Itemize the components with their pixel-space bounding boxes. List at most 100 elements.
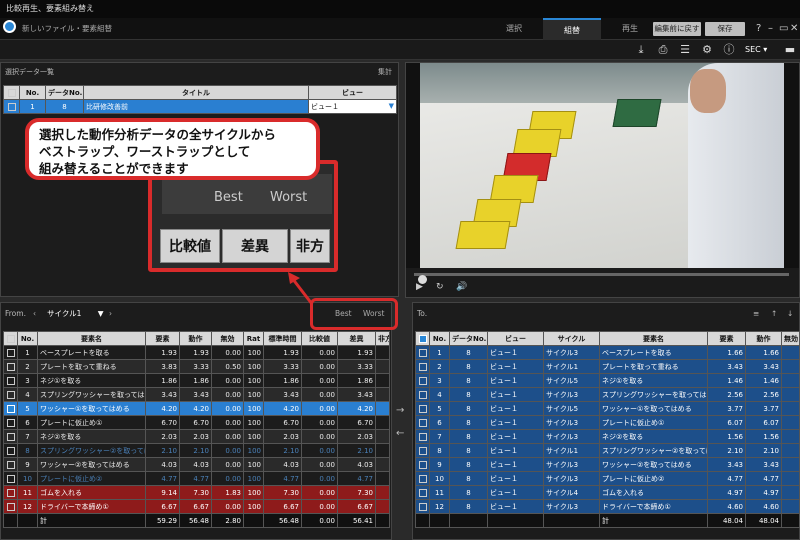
info-icon[interactable]: ⓘ (721, 42, 737, 58)
maximize-icon[interactable]: ▭ (779, 18, 788, 40)
move-up-icon[interactable]: ↑ (771, 309, 777, 318)
col-header[interactable]: 差異 (337, 331, 376, 346)
cycle-select[interactable]: サイクル1 ▼ (47, 308, 104, 319)
col-header[interactable]: 無効 (211, 331, 244, 346)
table-row[interactable]: 7 8 ビュー１ サイクル3 ネジ②を取る 1.56 1.56 (415, 429, 800, 444)
table-row[interactable]: 12 8 ビュー１ サイクル3 ドライバーで本締め① 4.60 4.60 (415, 499, 800, 514)
minimize-icon[interactable]: – (768, 18, 773, 40)
table-row[interactable]: 7 ネジ②を取る 2.03 2.03 0.00 100 2.03 0.00 2.03 (3, 429, 390, 444)
table-row[interactable]: 1 8 ビュー１ サイクル3 ベースプレートを取る 1.66 1.66 (415, 345, 800, 360)
col-header[interactable]: データNo. (449, 331, 488, 346)
col-header[interactable]: 要素 (707, 331, 746, 346)
col-header[interactable]: 動作 (179, 331, 212, 346)
row-checkbox[interactable] (3, 99, 20, 114)
close-icon[interactable]: ✕ (790, 18, 798, 40)
col-header[interactable]: 要素名 (37, 331, 146, 346)
arrow-right-icon[interactable]: → (396, 405, 404, 416)
row-checkbox[interactable] (415, 401, 430, 416)
table-row[interactable]: 3 ネジ①を取る 1.86 1.86 0.00 100 1.86 0.00 1.86 (3, 373, 390, 388)
row-checkbox[interactable] (3, 499, 18, 514)
row-checkbox[interactable] (3, 345, 18, 360)
table-row[interactable]: 2 8 ビュー１ サイクル1 プレートを取って重ねる 3.43 3.43 (415, 359, 800, 374)
col-data-no[interactable]: データNo. (45, 85, 84, 100)
table-row[interactable]: 5 8 ビュー１ サイクル5 ワッシャー①を取ってはめる 3.77 3.77 (415, 401, 800, 416)
download-icon[interactable]: ⤓ (633, 42, 649, 58)
table-row[interactable]: 9 8 ビュー１ サイクル3 ワッシャー②を取ってはめる 3.43 3.43 (415, 457, 800, 472)
row-checkbox[interactable] (415, 443, 430, 458)
row-checkbox[interactable] (3, 359, 18, 374)
folder-icon[interactable]: ▬ (782, 42, 798, 58)
list-icon[interactable]: ☰ (677, 42, 693, 58)
menu-icon[interactable]: ≡ (753, 309, 759, 318)
col-title[interactable]: タイトル (83, 85, 309, 100)
table-row[interactable]: 11 ゴムを入れる 9.14 7.30 1.83 100 7.30 0.00 7.30 (3, 485, 390, 500)
col-header[interactable]: 動作 (745, 331, 782, 346)
undo-button[interactable]: 編集前に戻す (653, 22, 701, 36)
col-header[interactable]: 比較値 (301, 331, 338, 346)
row-checkbox[interactable] (3, 485, 18, 500)
volume-icon[interactable]: 🔊 (456, 282, 467, 292)
row-checkbox[interactable] (3, 429, 18, 444)
row-checkbox[interactable] (3, 387, 18, 402)
row-checkbox[interactable] (415, 471, 430, 486)
col-header[interactable]: 無効 (781, 331, 800, 346)
table-row[interactable]: 6 プレートに仮止め① 6.70 6.70 0.00 100 6.70 0.00 6.70 (3, 415, 390, 430)
view-select[interactable]: ビュー１ ▼ (308, 99, 397, 114)
row-checkbox[interactable] (415, 387, 430, 402)
video-frame[interactable] (420, 63, 784, 268)
select-all-checkbox[interactable] (7, 88, 16, 97)
table-row[interactable]: 9 ワッシャー②を取ってはめる 4.03 4.03 0.00 100 4.03 0.00 4.0… (3, 457, 390, 472)
prev-cycle-icon[interactable]: ‹ (33, 309, 36, 318)
row-checkbox[interactable] (415, 499, 430, 514)
select-all-checkbox[interactable] (6, 334, 15, 343)
row-checkbox[interactable] (415, 345, 430, 360)
table-row[interactable]: 11 8 ビュー１ サイクル4 ゴムを入れる 4.97 4.97 (415, 485, 800, 500)
col-no[interactable]: No. (19, 85, 46, 100)
seek-bar[interactable] (414, 273, 789, 284)
table-row[interactable]: 8スプリングワッシャー②を取ってはめる2.102.100.001002.100.… (3, 443, 390, 458)
table-row[interactable]: 1 8 比研修改善前 ビュー１ ▼ (3, 99, 397, 114)
row-checkbox[interactable] (3, 443, 18, 458)
arrow-left-icon[interactable]: ← (396, 428, 404, 439)
table-row[interactable]: 4スプリングワッシャーを取ってはめる3.433.430.001003.430.0… (3, 387, 390, 402)
row-checkbox[interactable] (3, 471, 18, 486)
row-checkbox[interactable] (415, 415, 430, 430)
row-checkbox[interactable] (3, 457, 18, 472)
table-row[interactable]: 3 8 ビュー１ サイクル5 ネジ①を取る 1.46 1.46 (415, 373, 800, 388)
table-row[interactable]: 6 8 ビュー１ サイクル3 プレートに仮止め① 6.07 6.07 (415, 415, 800, 430)
table-row[interactable]: 1 ベースプレートを取る 1.93 1.93 0.00 100 1.93 0.00 1.93 (3, 345, 390, 360)
tab-recombine[interactable]: 組替 (543, 18, 601, 40)
row-checkbox[interactable] (3, 401, 18, 416)
col-header[interactable]: No. (17, 331, 38, 346)
col-header[interactable]: Rat (243, 331, 264, 346)
col-check[interactable] (3, 85, 20, 100)
row-checkbox[interactable] (415, 457, 430, 472)
save-button[interactable]: 保存 (705, 22, 745, 36)
col-header[interactable]: サイクル (543, 331, 600, 346)
table-row[interactable]: 88ビュー１サイクル1スプリングワッシャー②を取ってはめる2.102.10 (415, 443, 800, 458)
unit-select[interactable]: SEC ▾ (745, 42, 779, 58)
col-header[interactable] (415, 331, 430, 346)
row-checkbox[interactable] (3, 373, 18, 388)
move-down-icon[interactable]: ↓ (787, 309, 793, 318)
tab-playback[interactable]: 再生 (601, 18, 659, 40)
select-all-checkbox[interactable] (418, 334, 427, 343)
table-row[interactable]: 5 ワッシャー①を取ってはめる 4.20 4.20 0.00 100 4.20 0.00 4.2… (3, 401, 390, 416)
row-checkbox[interactable] (415, 485, 430, 500)
play-icon[interactable]: ▶ (416, 282, 423, 292)
replay-icon[interactable]: ↻ (436, 282, 444, 292)
tab-select[interactable]: 選択 (485, 18, 543, 40)
table-row[interactable]: 10 プレートに仮止め② 4.77 4.77 0.00 100 4.77 0.00 4.77 (3, 471, 390, 486)
col-header[interactable]: 要素 (145, 331, 180, 346)
table-row[interactable]: 10 8 ビュー１ サイクル3 プレートに仮止め② 4.77 4.77 (415, 471, 800, 486)
table-row[interactable]: 48ビュー１サイクル3スプリングワッシャーを取ってはめる2.562.56 (415, 387, 800, 402)
col-header[interactable]: 非方 (375, 331, 390, 346)
row-checkbox[interactable] (3, 415, 18, 430)
next-cycle-icon[interactable]: › (109, 309, 112, 318)
row-checkbox[interactable] (415, 429, 430, 444)
col-header[interactable] (3, 331, 18, 346)
col-view[interactable]: ビュー (308, 85, 397, 100)
row-checkbox[interactable] (415, 359, 430, 374)
col-header[interactable]: 標準時間 (263, 331, 302, 346)
col-header[interactable]: ビュー (487, 331, 544, 346)
